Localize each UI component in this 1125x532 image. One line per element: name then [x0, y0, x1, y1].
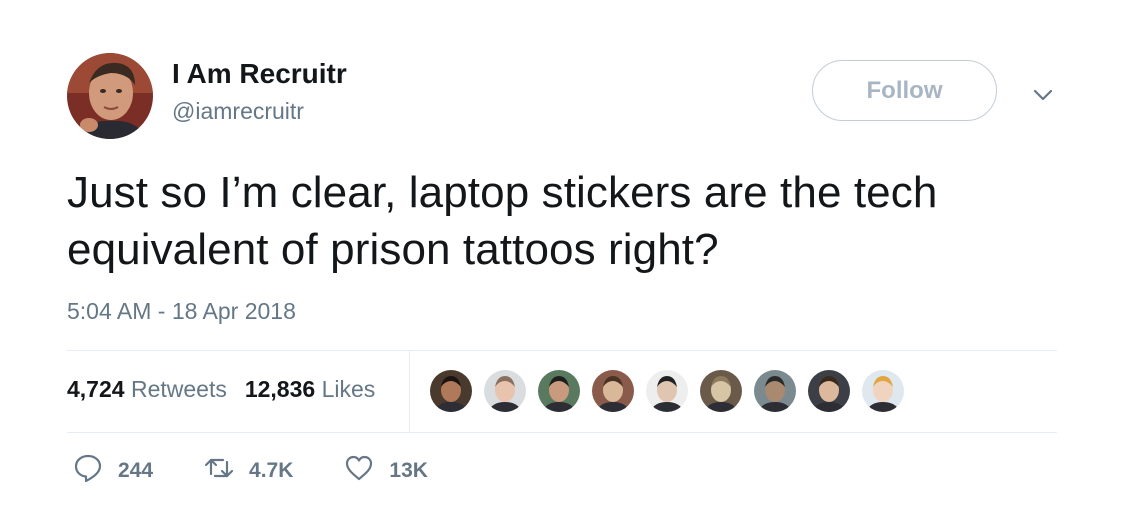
stats-divider — [409, 351, 410, 432]
retweets-label: Retweets — [130, 376, 227, 402]
likes-stat[interactable]: 12,836 Likes — [245, 376, 375, 403]
author-handle[interactable]: @iamrecruitr — [172, 98, 304, 125]
like-button[interactable]: 13K — [343, 452, 428, 489]
liker-avatar[interactable] — [538, 370, 580, 412]
reply-button[interactable]: 244 — [72, 452, 153, 489]
reply-icon — [72, 452, 104, 489]
retweets-stat[interactable]: 4,724 Retweets — [67, 376, 227, 403]
liker-avatar[interactable] — [430, 370, 472, 412]
liker-avatar[interactable] — [646, 370, 688, 412]
divider — [67, 350, 1057, 351]
divider — [67, 432, 1057, 433]
liker-avatar[interactable] — [484, 370, 526, 412]
liker-avatar[interactable] — [754, 370, 796, 412]
tweet-timestamp[interactable]: 5:04 AM - 18 Apr 2018 — [67, 298, 296, 325]
author-display-name[interactable]: I Am Recruitr — [172, 58, 347, 90]
reply-count: 244 — [118, 458, 154, 482]
liker-avatar[interactable] — [700, 370, 742, 412]
tweet-actions: 244 4.7K 13K — [72, 452, 478, 489]
tweet-stats: 4,724 Retweets 12,836 Likes — [67, 376, 375, 403]
tweet-text: Just so I’m clear, laptop stickers are t… — [67, 168, 938, 274]
liker-avatar[interactable] — [808, 370, 850, 412]
author-avatar[interactable] — [67, 53, 153, 139]
retweet-icon — [203, 452, 235, 489]
liker-avatar[interactable] — [592, 370, 634, 412]
liked-by-avatars — [430, 370, 904, 412]
heart-icon — [343, 452, 375, 489]
liker-avatar[interactable] — [862, 370, 904, 412]
chevron-down-icon[interactable] — [1030, 82, 1056, 108]
follow-button[interactable]: Follow — [812, 60, 997, 121]
retweet-button[interactable]: 4.7K — [203, 452, 293, 489]
like-count: 13K — [389, 458, 428, 482]
retweet-count: 4.7K — [249, 458, 294, 482]
retweets-count: 4,724 — [67, 376, 125, 402]
likes-label: Likes — [321, 376, 376, 402]
likes-count: 12,836 — [244, 376, 316, 402]
